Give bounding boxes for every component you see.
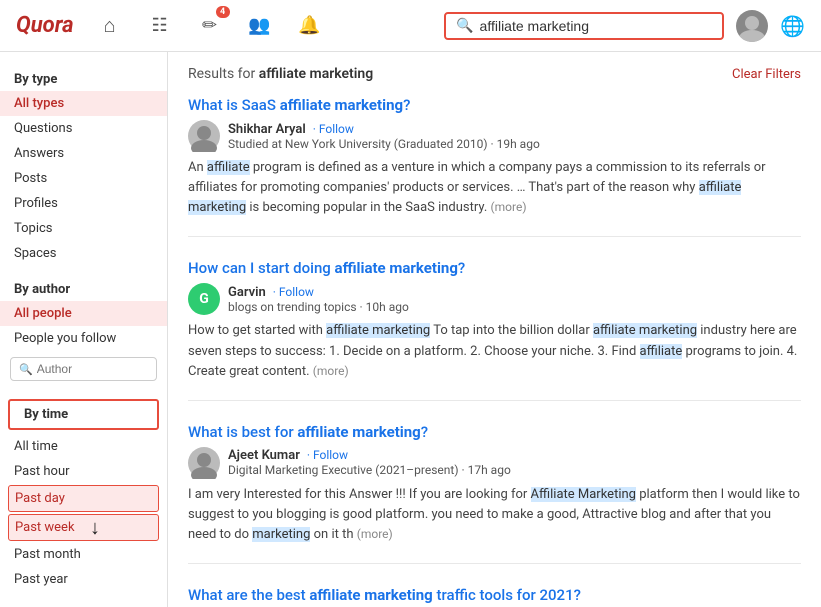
sidebar-item-posts[interactable]: Posts [0,166,167,191]
highlight-3: affiliate marketing [335,259,458,277]
by-author-label: By author [0,274,167,301]
nav-icons: ⌂ ☷ ✏ 4 👥 🔔 [94,10,433,42]
time-all-time[interactable]: All time [0,434,167,459]
result-title-1[interactable]: What is SaaS affiliate marketing? [188,96,801,114]
sidebar-item-spaces[interactable]: Spaces [0,241,167,266]
sidebar-item-people-you-follow[interactable]: People you follow [0,326,167,351]
author-info-1: Shikhar Aryal · Follow Studied at New Yo… [228,122,540,151]
result-card-2: How can I start doing affiliate marketin… [188,259,801,400]
results-header: Results for affiliate marketing Clear Fi… [188,66,801,82]
people-icon: 👥 [248,15,270,36]
time-past-day[interactable]: Past day [8,485,159,512]
sidebar-item-all-people[interactable]: All people [0,301,167,326]
author-row-3: Ajeet Kumar · Follow Digital Marketing E… [188,447,801,479]
result-text-1: An affiliate program is defined as a ven… [188,158,801,218]
result-title-4[interactable]: What are the best affiliate marketing tr… [188,586,801,604]
sidebar-item-profiles[interactable]: Profiles [0,191,167,216]
header: Quora ⌂ ☷ ✏ 4 👥 🔔 🔍 🌐 [0,0,821,52]
highlight-2: marketing [335,96,404,114]
edit-icon: ✏ [202,15,217,36]
author-info-2: Garvin · Follow blogs on trending topics… [228,285,409,314]
author-name-1[interactable]: Shikhar Aryal [228,122,306,137]
time-past-year[interactable]: Past year [0,567,167,592]
highlight-5: affiliate marketing [309,586,432,604]
sidebar-item-all-types[interactable]: All types [0,91,167,116]
author-detail-2: blogs on trending topics · 10h ago [228,300,409,314]
highlight-4: affiliate marketing [297,423,420,441]
highlight-1: affiliate [280,96,331,114]
sidebar-item-questions[interactable]: Questions [0,116,167,141]
author-avatar-1 [188,120,220,152]
sidebar: By type All types Questions Answers Post… [0,52,168,607]
result-text-2: How to get started with affiliate market… [188,321,801,381]
logo[interactable]: Quora [16,13,74,38]
main-layout: By type All types Questions Answers Post… [0,52,821,607]
people-icon-wrap[interactable]: 👥 [244,10,276,42]
result-title-3[interactable]: What is best for affiliate marketing? [188,423,801,441]
search-input[interactable] [480,18,713,34]
follow-link-3[interactable]: · Follow [307,448,348,462]
results-title: Results for affiliate marketing [188,66,373,82]
arrow-down-icon: ↓ [90,515,100,540]
avatar[interactable] [736,10,768,42]
author-search-icon: 🔍 [19,363,33,376]
header-right: 🌐 [736,10,805,42]
author-input[interactable] [37,362,148,376]
author-detail-1: Studied at New York University (Graduate… [228,137,540,151]
result-card-4: What are the best affiliate marketing tr… [188,586,801,607]
home-icon-wrap[interactable]: ⌂ [94,10,126,42]
author-row-2: G Garvin · Follow blogs on trending topi… [188,283,801,315]
author-avatar-3 [188,447,220,479]
follow-link-1[interactable]: · Follow [313,122,354,136]
author-name-3[interactable]: Ajeet Kumar [228,448,300,463]
author-search[interactable]: 🔍 [10,357,157,381]
author-avatar-2: G [188,283,220,315]
result-title-2[interactable]: How can I start doing affiliate marketin… [188,259,801,277]
result-text-3: I am very Interested for this Answer !!!… [188,485,801,545]
content: Results for affiliate marketing Clear Fi… [168,52,821,607]
by-type-label: By type [0,64,167,91]
sidebar-item-topics[interactable]: Topics [0,216,167,241]
search-icon: 🔍 [456,18,473,34]
time-past-week[interactable]: Past week [8,514,159,541]
bell-icon: 🔔 [298,15,320,36]
author-name-2[interactable]: Garvin [228,285,266,300]
edit-icon-wrap[interactable]: ✏ 4 [194,10,226,42]
time-past-day-row: Past day [0,484,167,513]
result-card-3: What is best for affiliate marketing? Aj… [188,423,801,564]
time-past-week-row: ↓ Past week [0,513,167,542]
author-info-3: Ajeet Kumar · Follow Digital Marketing E… [228,448,511,477]
answers-icon-wrap[interactable]: ☷ [144,10,176,42]
author-detail-3: Digital Marketing Executive (2021–presen… [228,463,511,477]
time-past-month[interactable]: Past month [0,542,167,567]
clear-filters-button[interactable]: Clear Filters [732,67,801,82]
by-time-label[interactable]: By time [8,399,159,430]
search-bar[interactable]: 🔍 [444,12,724,40]
result-card-1: What is SaaS affiliate marketing? Shikha… [188,96,801,237]
sidebar-item-answers[interactable]: Answers [0,141,167,166]
time-past-hour[interactable]: Past hour [0,459,167,484]
globe-icon[interactable]: 🌐 [780,14,805,38]
follow-link-2[interactable]: · Follow [273,285,314,299]
author-row-1: Shikhar Aryal · Follow Studied at New Yo… [188,120,801,152]
results-query: affiliate marketing [259,66,373,82]
edit-badge: 4 [216,6,230,18]
home-icon: ⌂ [104,13,116,38]
answers-icon: ☷ [152,15,168,36]
bell-icon-wrap[interactable]: 🔔 [294,10,326,42]
